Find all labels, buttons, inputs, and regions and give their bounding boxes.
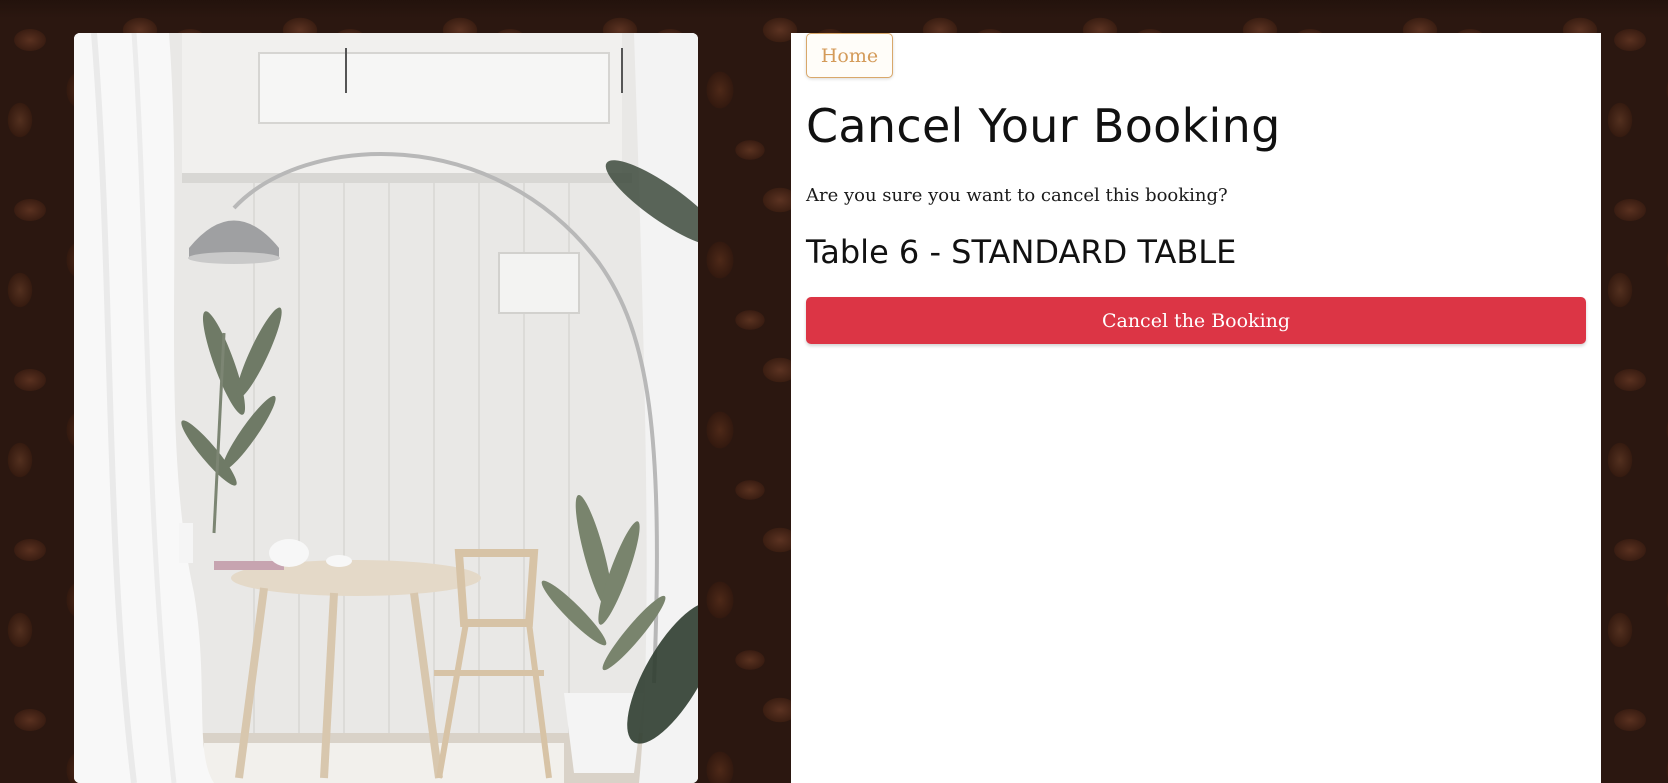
page-title: Cancel Your Booking	[806, 99, 1281, 153]
booking-panel: Home Cancel Your Booking Are you sure yo…	[791, 33, 1601, 783]
confirmation-question: Are you sure you want to cancel this boo…	[806, 185, 1228, 206]
table-heading: Table 6 - STANDARD TABLE	[806, 233, 1237, 271]
cancel-booking-button[interactable]: Cancel the Booking	[806, 297, 1586, 344]
home-button[interactable]: Home	[806, 33, 893, 78]
interior-photo	[74, 33, 698, 783]
